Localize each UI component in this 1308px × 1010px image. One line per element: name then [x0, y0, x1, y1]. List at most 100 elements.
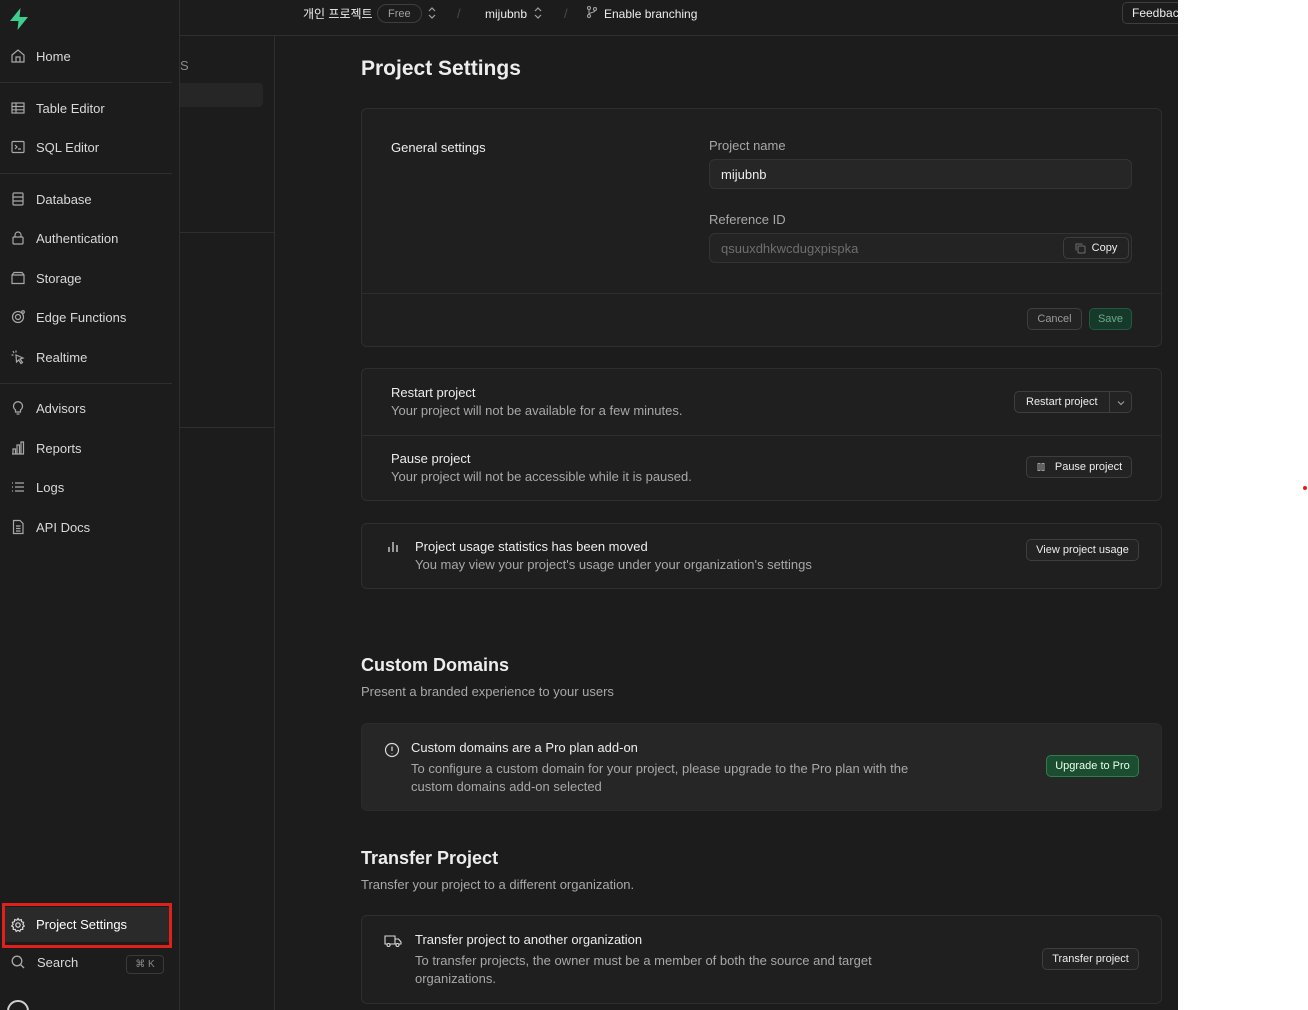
sidebar-item-label: Edge Functions: [36, 309, 127, 325]
subnav-divider: [180, 427, 275, 428]
custom-domains-subheading: Present a branded experience to your use…: [361, 684, 614, 699]
sidebar-item-sql-editor[interactable]: SQL Editor: [0, 131, 172, 163]
app-window: Home Table Editor SQL Editor Database Au…: [0, 0, 1178, 1010]
sidebar-item-label: Database: [36, 191, 92, 207]
sidebar-item-api-docs[interactable]: API Docs: [0, 511, 172, 543]
transfer-project-button[interactable]: Transfer project: [1042, 948, 1139, 970]
upgrade-to-pro-button[interactable]: Upgrade to Pro: [1046, 755, 1139, 777]
restart-project-title: Restart project: [391, 385, 476, 400]
sidebar-item-label: API Docs: [36, 519, 91, 535]
supabase-logo-icon[interactable]: [7, 7, 31, 31]
page-title: Project Settings: [361, 57, 521, 80]
reference-id-value: qsuuxdhkwcdugxpispka: [721, 240, 859, 256]
reference-id-label: Reference ID: [709, 212, 786, 227]
transfer-project-card: Transfer project to another organization…: [361, 915, 1162, 1004]
sidebar-item-label: Logs: [36, 479, 65, 495]
sidebar-divider: [0, 173, 172, 174]
list-icon: [10, 479, 26, 495]
git-branch-icon: [585, 5, 599, 19]
transfer-project-subheading: Transfer your project to a different org…: [361, 877, 635, 892]
cursor-click-icon: [10, 349, 26, 365]
transfer-project-line-1: To transfer projects, the owner must be …: [415, 953, 872, 968]
pause-project-description: Your project will not be accessible whil…: [391, 469, 692, 484]
archive-icon: [10, 270, 26, 286]
org-name[interactable]: 개인 프로젝트: [303, 5, 373, 22]
sidebar-item-reports[interactable]: Reports: [0, 432, 172, 464]
pause-project-button-label: Pause project: [1054, 461, 1123, 473]
cancel-button[interactable]: Cancel: [1027, 308, 1082, 330]
avatar[interactable]: [7, 1000, 29, 1010]
restart-project-description: Your project will not be available for a…: [391, 403, 683, 418]
button-split-divider: [1109, 392, 1110, 412]
truck-icon: [384, 934, 402, 953]
custom-domains-notice-line-2: custom domains add-on selected: [411, 779, 602, 794]
top-bar: 개인 프로젝트 Free / mijubnb / Enable branchin…: [180, 0, 1178, 36]
transfer-project-line-2: organizations.: [415, 971, 496, 986]
breadcrumb-separator: /: [564, 6, 568, 21]
sidebar-item-label: Authentication: [36, 230, 119, 246]
sidebar-item-label: Home: [36, 48, 71, 64]
lightbulb-icon: [10, 400, 26, 416]
main-sidebar: Home Table Editor SQL Editor Database Au…: [0, 0, 180, 1010]
info-circle-icon: [384, 742, 400, 763]
sidebar-item-label: SQL Editor: [36, 139, 100, 155]
custom-domains-notice-card: Custom domains are a Pro plan add-on To …: [361, 723, 1162, 811]
feedback-button[interactable]: Feedback: [1122, 2, 1178, 24]
chevron-down-icon[interactable]: [1116, 398, 1126, 410]
transfer-project-title: Transfer project to another organization: [415, 932, 643, 947]
sidebar-item-realtime[interactable]: Realtime: [0, 341, 172, 373]
sidebar-item-authentication[interactable]: Authentication: [0, 222, 172, 254]
restart-project-button[interactable]: Restart project: [1014, 391, 1132, 413]
sidebar-item-label: Storage: [36, 270, 82, 286]
enable-branching-button[interactable]: Enable branching: [604, 7, 697, 21]
card-divider: [362, 293, 1161, 294]
usage-notice-card: Project usage statistics has been moved …: [361, 523, 1162, 589]
home-icon: [10, 48, 26, 64]
terminal-icon: [10, 139, 26, 155]
pause-project-button[interactable]: Pause project: [1026, 456, 1132, 478]
project-name-label: Project name: [709, 138, 786, 153]
subnav-active-item[interactable]: [180, 83, 263, 107]
custom-domains-notice-title: Custom domains are a Pro plan add-on: [411, 740, 638, 755]
breadcrumb-separator: /: [457, 6, 461, 21]
project-actions-card: Restart project Your project will not be…: [361, 368, 1162, 501]
database-icon: [10, 191, 26, 207]
general-settings-heading: General settings: [391, 140, 486, 155]
copy-icon: [1075, 243, 1086, 254]
plan-badge: Free: [377, 4, 422, 23]
restart-project-button-label: Restart project: [1026, 396, 1098, 408]
file-text-icon: [10, 519, 26, 535]
chart-icon: [10, 440, 26, 456]
chevrons-up-down-icon[interactable]: [427, 6, 437, 20]
table-icon: [10, 100, 26, 116]
lock-icon: [10, 230, 26, 246]
sidebar-item-table-editor[interactable]: Table Editor: [0, 92, 172, 124]
sidebar-item-advisors[interactable]: Advisors: [0, 392, 172, 424]
sidebar-item-storage[interactable]: Storage: [0, 262, 172, 294]
edge-functions-icon: [10, 309, 26, 325]
view-project-usage-button[interactable]: View project usage: [1026, 539, 1139, 561]
sidebar-item-edge-functions[interactable]: Edge Functions: [0, 301, 172, 333]
copy-button[interactable]: Copy: [1063, 237, 1129, 259]
transfer-project-heading: Transfer Project: [361, 848, 499, 868]
search-icon: [10, 954, 26, 970]
sidebar-item-database[interactable]: Database: [0, 183, 172, 215]
copy-button-label: Copy: [1091, 242, 1118, 254]
sidebar-divider: [0, 82, 172, 83]
project-name-breadcrumb[interactable]: mijubnb: [485, 7, 527, 21]
pause-icon: [1036, 462, 1046, 472]
usage-notice-description: You may view your project's usage under …: [415, 557, 812, 572]
project-name-input[interactable]: mijubnb: [709, 159, 1132, 189]
sidebar-item-label: Advisors: [36, 400, 86, 416]
custom-domains-heading: Custom Domains: [361, 655, 510, 675]
sidebar-divider: [0, 383, 172, 384]
sidebar-item-home[interactable]: Home: [0, 40, 172, 72]
save-button[interactable]: Save: [1089, 308, 1132, 330]
general-settings-card: General settings Project name mijubnb Re…: [361, 108, 1162, 347]
chevrons-up-down-icon[interactable]: [533, 6, 543, 20]
sidebar-item-label: Realtime: [36, 349, 88, 365]
subnav-partial-text: S: [180, 58, 189, 73]
subnav-divider: [180, 232, 275, 233]
sidebar-item-logs[interactable]: Logs: [0, 471, 172, 503]
settings-subnav: S: [180, 36, 275, 1010]
